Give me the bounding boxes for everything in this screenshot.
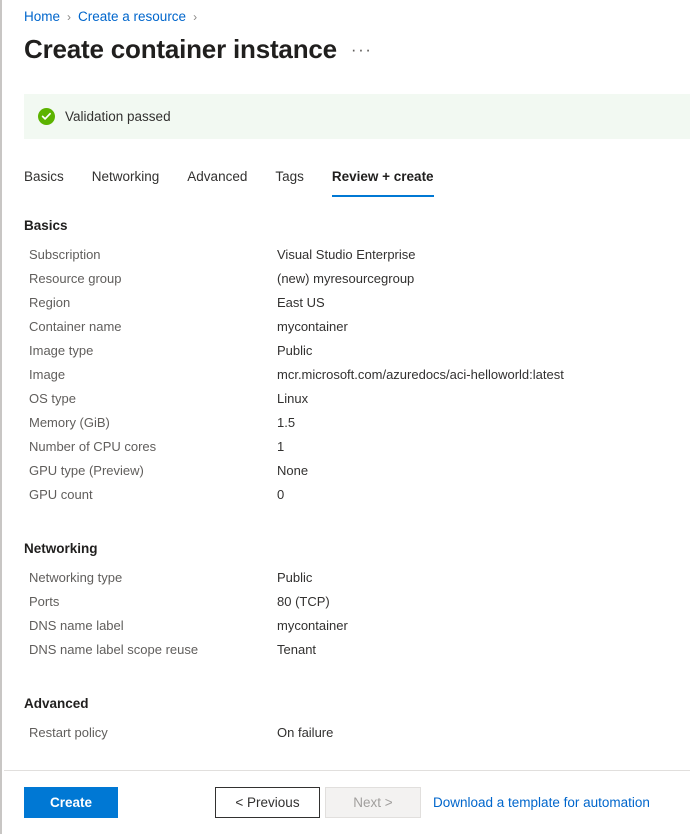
table-row: DNS name label mycontainer [2,618,690,642]
row-label: Ports [29,594,277,609]
row-label: DNS name label [29,618,277,633]
tab-basics[interactable]: Basics [24,168,64,197]
row-label: Networking type [29,570,277,585]
table-row: OS type Linux [2,391,690,415]
table-row: Region East US [2,295,690,319]
table-row: Networking type Public [2,570,690,594]
previous-button[interactable]: < Previous [215,787,320,818]
table-row: Subscription Visual Studio Enterprise [2,247,690,271]
row-label: Image type [29,343,277,358]
validation-status-text: Validation passed [65,109,171,124]
section-advanced: Advanced Restart policy On failure [2,696,690,749]
table-row: Resource group (new) myresourcegroup [2,271,690,295]
row-value: East US [277,295,325,310]
create-button[interactable]: Create [24,787,118,818]
row-label: Resource group [29,271,277,286]
table-row: Image mcr.microsoft.com/azuredocs/aci-he… [2,367,690,391]
row-value: Tenant [277,642,316,657]
tab-networking[interactable]: Networking [92,168,160,197]
table-row: GPU count 0 [2,487,690,511]
wizard-footer: Create < Previous Next > Download a temp… [4,770,690,834]
breadcrumb-item-create-a-resource[interactable]: Create a resource [78,9,186,25]
page-title: Create container instance [24,33,337,65]
section-title-basics: Basics [24,218,690,233]
row-value: mcr.microsoft.com/azuredocs/aci-hellowor… [277,367,564,382]
row-label: GPU type (Preview) [29,463,277,478]
next-button: Next > [325,787,421,818]
tab-advanced[interactable]: Advanced [187,168,247,197]
breadcrumb-chevron-icon: › [193,9,197,25]
checkmark-circle-icon [38,108,55,125]
review-summary: Basics Subscription Visual Studio Enterp… [2,218,690,770]
row-label: Image [29,367,277,382]
breadcrumb-item-home[interactable]: Home [24,9,60,25]
row-value: mycontainer [277,319,348,334]
row-value: mycontainer [277,618,348,633]
download-template-link[interactable]: Download a template for automation [433,795,650,810]
breadcrumb: Home › Create a resource › [24,9,204,25]
create-container-instance-blade: Home › Create a resource › Create contai… [0,0,690,834]
table-row: DNS name label scope reuse Tenant [2,642,690,666]
section-networking: Networking Networking type Public Ports … [2,541,690,666]
section-basics: Basics Subscription Visual Studio Enterp… [2,218,690,511]
row-label: Region [29,295,277,310]
table-row: GPU type (Preview) None [2,463,690,487]
table-row: Memory (GiB) 1.5 [2,415,690,439]
row-label: Subscription [29,247,277,262]
row-value: Public [277,343,312,358]
row-label: Container name [29,319,277,334]
row-value: Linux [277,391,308,406]
row-label: Restart policy [29,725,277,740]
validation-banner: Validation passed [24,94,690,139]
tab-tags[interactable]: Tags [275,168,304,197]
row-value: 0 [277,487,284,502]
table-row: Ports 80 (TCP) [2,594,690,618]
row-label: OS type [29,391,277,406]
table-row: Container name mycontainer [2,319,690,343]
table-row: Image type Public [2,343,690,367]
row-value: 1.5 [277,415,295,430]
row-value: None [277,463,308,478]
row-label: GPU count [29,487,277,502]
row-value: On failure [277,725,333,740]
row-value: Public [277,570,312,585]
breadcrumb-chevron-icon: › [67,9,71,25]
row-value: Visual Studio Enterprise [277,247,416,262]
row-value: 1 [277,439,284,454]
section-title-advanced: Advanced [24,696,690,711]
more-actions-icon[interactable]: ··· [351,41,372,59]
wizard-tabs: Basics Networking Advanced Tags Review +… [24,168,462,197]
tab-review-create[interactable]: Review + create [332,168,434,197]
row-value: 80 (TCP) [277,594,330,609]
title-row: Create container instance ··· [24,33,372,65]
row-label: DNS name label scope reuse [29,642,277,657]
row-label: Number of CPU cores [29,439,277,454]
section-title-networking: Networking [24,541,690,556]
row-label: Memory (GiB) [29,415,277,430]
table-row: Number of CPU cores 1 [2,439,690,463]
row-value: (new) myresourcegroup [277,271,414,286]
table-row: Restart policy On failure [2,725,690,749]
wizard-nav-group: < Previous Next > Download a template fo… [215,787,650,818]
